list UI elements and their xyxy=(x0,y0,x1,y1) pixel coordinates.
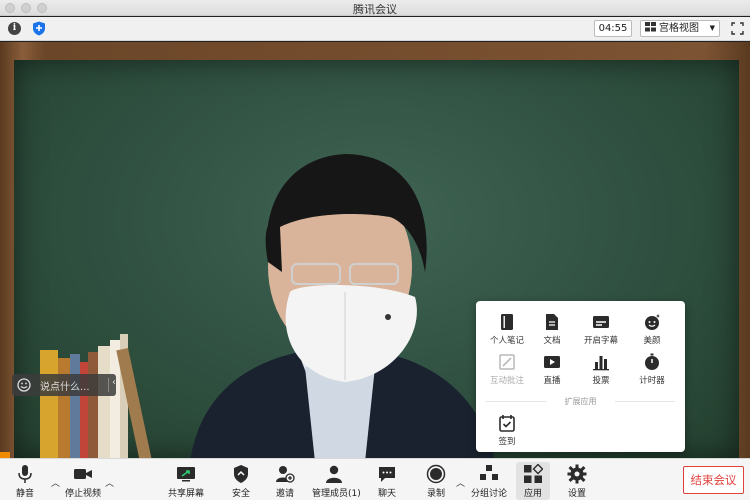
app-label: 签到 xyxy=(498,437,516,447)
share-screen-button[interactable]: 共享屏幕 xyxy=(167,462,205,500)
breakout-icon xyxy=(480,465,498,480)
record-button[interactable]: 录制 xyxy=(422,462,450,500)
record-icon xyxy=(426,464,446,484)
end-meeting-button[interactable]: 结束会议 xyxy=(683,466,744,494)
apps-button[interactable]: 应用 xyxy=(516,462,550,500)
chevron-up-icon: ︿ xyxy=(51,479,61,489)
window-title: 腾讯会议 xyxy=(353,3,397,16)
chat-placeholder[interactable]: 说点什么... xyxy=(40,378,90,393)
chevron-up-icon: ︿ xyxy=(456,479,466,489)
meeting-timer: 04:55 xyxy=(594,20,632,37)
emoji-icon[interactable] xyxy=(17,378,31,392)
mute-label: 静音 xyxy=(15,489,34,499)
manage-members-label: 管理成员(1) xyxy=(312,489,361,499)
app-interactive-annotation[interactable]: 互动批注 xyxy=(482,353,532,393)
apps-panel: 个人笔记 文档 开启字幕 美颜 互动批注 直播 投票 计时器 扩展应用 签到 xyxy=(476,301,685,452)
manage-members-button[interactable]: 管理成员(1) xyxy=(312,462,361,500)
participant-video xyxy=(190,154,494,458)
app-label: 开启字幕 xyxy=(583,336,618,346)
notebook-icon xyxy=(501,314,513,330)
app-timer[interactable]: 计时器 xyxy=(627,353,677,393)
app-beauty[interactable]: 美颜 xyxy=(627,313,677,353)
timer-icon xyxy=(645,353,659,370)
video-options-button[interactable]: ︿ xyxy=(100,462,114,500)
chat-separator xyxy=(108,378,109,392)
shield-icon xyxy=(234,465,248,483)
caret-down-icon: ▼ xyxy=(709,24,715,32)
microphone-icon xyxy=(18,465,32,483)
app-label: 个人笔记 xyxy=(489,336,524,346)
extension-divider: 扩展应用 xyxy=(486,396,675,406)
info-icon[interactable]: i xyxy=(8,22,21,35)
add-user-icon xyxy=(276,466,295,483)
annotate-icon xyxy=(499,354,515,370)
subtitle-icon xyxy=(593,316,609,328)
view-mode-label: 宫格视图 xyxy=(659,23,699,34)
chat-icon xyxy=(379,467,395,482)
app-subtitles[interactable]: 开启字幕 xyxy=(576,313,626,353)
collapse-chevron-icon[interactable]: ‹ xyxy=(112,377,116,388)
record-options-button[interactable]: ︿ xyxy=(451,462,465,500)
app-label: 文档 xyxy=(543,336,561,346)
share-screen-label: 共享屏幕 xyxy=(167,489,204,499)
app-label: 投票 xyxy=(592,376,610,386)
meeting-control-bar: 静音 ︿ 停止视频 ︿ 共享屏幕 安全 邀请 管理成员(1) 聊天 录制 ︿ 分… xyxy=(0,458,750,500)
apps-label: 应用 xyxy=(523,489,542,499)
grid-view-icon xyxy=(645,22,656,32)
app-document[interactable]: 文档 xyxy=(527,313,577,353)
video-camera-icon xyxy=(74,469,92,479)
chat-input-bubble[interactable]: 说点什么... ‹ xyxy=(12,374,116,396)
chat-button[interactable]: 聊天 xyxy=(373,462,401,500)
apps-icon xyxy=(524,464,543,483)
invite-label: 邀请 xyxy=(275,489,294,499)
chat-label: 聊天 xyxy=(377,489,396,499)
mute-button[interactable]: 静音 xyxy=(10,462,40,500)
breakout-rooms-button[interactable]: 分组讨论 xyxy=(470,462,508,500)
security-label: 安全 xyxy=(231,489,250,499)
app-checkin[interactable]: 签到 xyxy=(482,414,532,454)
shield-icon[interactable] xyxy=(32,21,46,36)
settings-label: 设置 xyxy=(567,489,586,499)
app-label: 计时器 xyxy=(639,376,665,386)
invite-button[interactable]: 邀请 xyxy=(270,462,300,500)
record-label: 录制 xyxy=(426,489,445,499)
settings-button[interactable]: 设置 xyxy=(563,462,591,500)
checkin-icon xyxy=(499,415,515,432)
app-label: 直播 xyxy=(543,376,561,386)
divider-line xyxy=(615,401,675,402)
breakout-label: 分组讨论 xyxy=(470,489,507,499)
view-mode-dropdown[interactable]: 宫格视图 ▼ xyxy=(640,20,720,37)
app-label: 互动批注 xyxy=(489,376,524,386)
meeting-toolbar: i 04:55 宫格视图 ▼ xyxy=(0,17,750,41)
members-icon xyxy=(326,465,342,483)
app-live[interactable]: 直播 xyxy=(527,353,577,393)
app-personal-notes[interactable]: 个人笔记 xyxy=(482,313,532,353)
title-bar: 腾讯会议 xyxy=(0,0,750,16)
stop-video-label: 停止视频 xyxy=(64,489,101,499)
gear-icon xyxy=(567,464,587,484)
chevron-up-icon: ︿ xyxy=(105,479,115,489)
stop-video-button[interactable]: 停止视频 xyxy=(63,462,103,500)
audio-options-button[interactable]: ︿ xyxy=(46,462,60,500)
app-vote[interactable]: 投票 xyxy=(576,353,626,393)
beauty-icon xyxy=(645,314,660,330)
document-icon xyxy=(546,314,558,330)
security-button[interactable]: 安全 xyxy=(226,462,256,500)
vote-icon xyxy=(593,356,609,371)
share-screen-icon xyxy=(177,467,195,482)
live-icon xyxy=(544,356,560,368)
app-label: 美颜 xyxy=(643,336,661,346)
fullscreen-icon[interactable] xyxy=(731,22,744,35)
